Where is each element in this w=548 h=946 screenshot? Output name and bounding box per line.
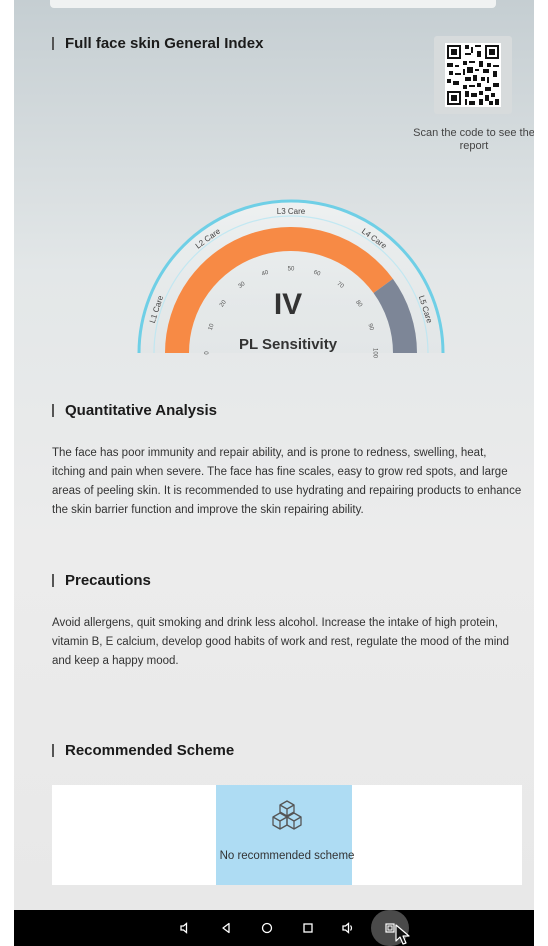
general-index-title: Full face skin General Index [52, 35, 263, 52]
gauge-grade: IV [274, 288, 302, 321]
volume-down-icon [180, 922, 188, 934]
title-marker [52, 404, 54, 417]
top-bar [50, 0, 496, 8]
gauge-tick-label: 50 [288, 267, 295, 273]
gauge-sensitivity: PL Sensitivity [239, 336, 338, 353]
recommended-title: Recommended Scheme [52, 742, 234, 759]
quantitative-text: The face has poor immunity and repair ab… [52, 447, 522, 516]
skin-index-gauge: 0102030405060708090100L1 CareL2 CareL3 C… [137, 199, 445, 359]
volume-up-icon [342, 922, 353, 934]
precautions-title-text: Precautions [65, 572, 151, 589]
qr-code-icon [445, 43, 501, 107]
report-page: Full face skin General Index Scan the co… [14, 0, 534, 910]
mouse-cursor-icon [395, 924, 410, 945]
title-marker [52, 744, 54, 757]
no-recommendation-text: No recommended scheme [219, 850, 355, 862]
boxes-icon [272, 800, 302, 830]
precautions-title: Precautions [52, 572, 151, 589]
home-button[interactable] [254, 910, 280, 946]
precautions-text: Avoid allergens, quit smoking and drink … [52, 617, 510, 667]
recents-button[interactable] [295, 910, 321, 946]
quantitative-title-text: Quantitative Analysis [65, 402, 217, 419]
gauge-level-label: L3 Care [277, 207, 306, 216]
system-navbar [14, 910, 534, 946]
volume-down-button[interactable] [172, 910, 198, 946]
back-icon [222, 922, 230, 934]
general-index-title-text: Full face skin General Index [65, 35, 264, 52]
volume-up-button[interactable] [335, 910, 361, 946]
recommended-title-text: Recommended Scheme [65, 742, 235, 759]
title-marker [52, 574, 54, 587]
back-button[interactable] [213, 910, 239, 946]
quantitative-title: Quantitative Analysis [52, 402, 217, 419]
gauge-tick-label: 100 [371, 348, 377, 359]
home-icon [261, 922, 273, 934]
screenshot-button[interactable] [367, 910, 413, 946]
title-marker [52, 37, 54, 50]
recents-icon [303, 923, 313, 933]
qr-code[interactable] [434, 36, 512, 114]
recommended-card: No recommended scheme [52, 785, 522, 885]
